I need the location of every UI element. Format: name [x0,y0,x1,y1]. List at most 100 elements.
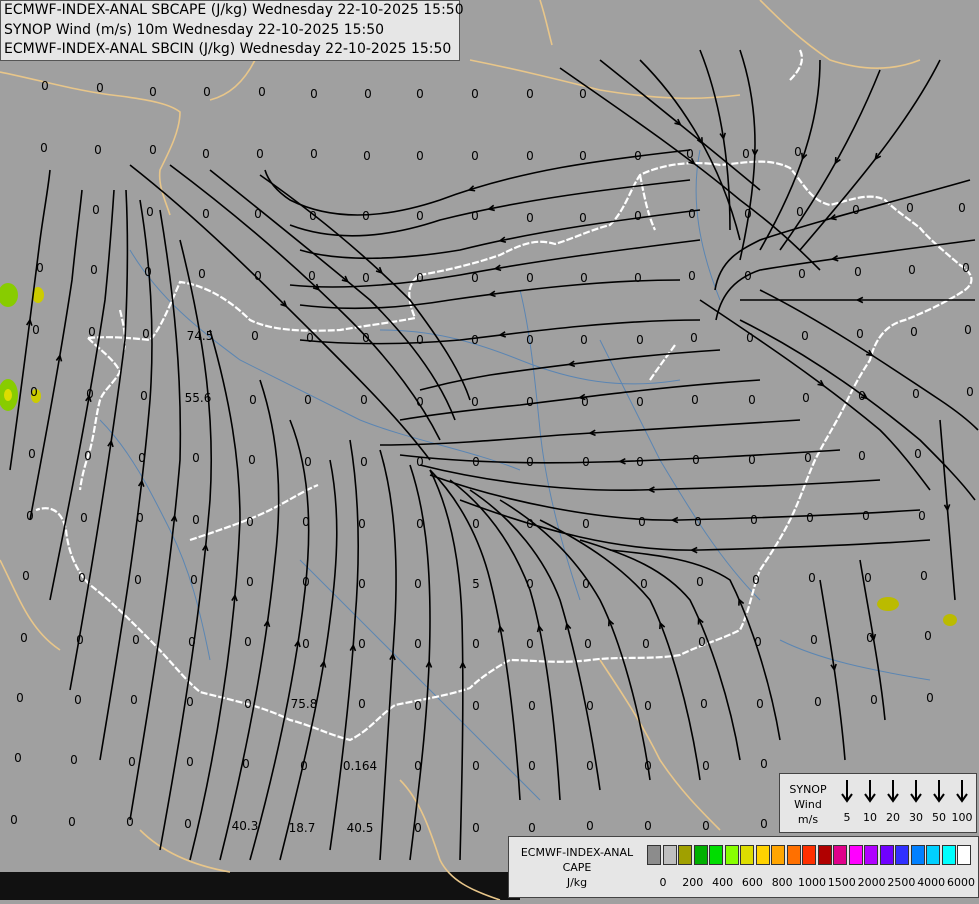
map-value-label: 0 [526,333,534,347]
map-value-label: 0 [698,635,706,649]
map-value-label: 0 [926,691,934,705]
map-value-label: 0 [471,395,479,409]
synop-legend-line: m/s [797,813,819,826]
wind-arrow-icon [864,780,876,803]
synop-legend-values: 5 10 20 30 50 100 [836,811,976,825]
map-value-label: 0 [70,753,78,767]
map-value-label: 0 [302,575,310,589]
synop-wind-title: SYNOP Wind (m/s) 10m Wednesday 22-10-202… [4,21,385,38]
map-value-label: 0 [644,699,652,713]
map-value-label: 0 [202,207,210,221]
map-value-label: 0 [203,85,211,99]
map-value-label: 0 [186,755,194,769]
map-value-label: 0 [910,325,918,339]
map-value-label: 0 [702,819,710,833]
synop-legend-line: SYNOP [789,783,827,796]
map-value-label: 0 [40,141,48,155]
map-value-label: 0 [694,515,702,529]
cape-color-swatch [786,845,801,865]
map-value-label: 0 [22,569,30,583]
map-value-label: 0 [870,693,878,707]
map-value-label: 0 [966,385,974,399]
map-value-label: 0 [471,333,479,347]
map-value-label: 0 [300,759,308,773]
cape-tick-label: 800 [771,876,793,889]
map-value-label: 0 [580,333,588,347]
map-value-label: 0 [862,509,870,523]
map-value-label: 0 [691,393,699,407]
map-value-label: 0 [686,147,694,161]
map-value-label: 0 [802,391,810,405]
cape-legend-line: ECMWF-INDEX-ANAL [520,846,634,859]
map-value-label: 0 [249,393,257,407]
map-value-label: 0 [20,631,28,645]
map-value-label: 40.5 [347,821,374,835]
map-value-label: 0 [254,207,262,221]
map-value-label: 0 [242,757,250,771]
map-value-label: 0 [526,637,534,651]
wind-arrow-icons [841,780,968,803]
map-value-label: 0 [198,267,206,281]
cape-scale-ticks: 0 200 400 600 800 1000 1500 2000 2500 4000 6000 [647,876,977,890]
map-value-label: 0 [581,395,589,409]
map-value-label: 0 [246,575,254,589]
map-value-label: 0 [526,455,534,469]
map-value-label: 0 [798,267,806,281]
map-value-label: 0 [794,145,802,159]
map-value-label: 0 [363,149,371,163]
weather-map: 0 0 0 0 0 0 0 0 0 0 0 0 0 0 0 0 0 0 0 0 0 0 0 0 0 0 0 0 0 0 0 0 0 0 0 0 0 0 0 0… [0,0,979,901]
synop-value: 50 [932,811,946,824]
map-value-label: 0 [416,87,424,101]
map-value-label: 0 [906,201,914,215]
map-value-label: 0 [586,759,594,773]
map-value-label: 0 [16,691,24,705]
cape-color-swatch [755,845,770,865]
cape-tick-label: 1000 [798,876,826,889]
synop-value: 5 [843,811,851,824]
map-value-label: 0 [306,331,314,345]
synop-value: 10 [863,811,877,824]
map-value-label: 0 [964,323,972,337]
map-value-label: 0 [36,261,44,275]
map-value-label: 0 [642,637,650,651]
map-value-label: 0 [362,209,370,223]
map-value-label: 0 [636,455,644,469]
map-value-label: 0 [808,571,816,585]
map-value-label: 0 [700,697,708,711]
map-value-label: 0 [526,87,534,101]
map-value-label: 0 [690,331,698,345]
map-value-label: 0 [958,201,966,215]
map-value-label: 0 [644,759,652,773]
map-value-label: 0 [414,821,422,835]
map-value-label: 0 [310,87,318,101]
cape-legend: ECMWF-INDEX-ANAL CAPE J/kg 0 200 400 600 800… [508,836,979,898]
map-value-label: 0 [640,577,648,591]
map-value-label: 0 [244,635,252,649]
map-value-label: 0 [246,515,254,529]
map-value-label: 0 [416,149,424,163]
map-value-label: 0 [88,325,96,339]
synop-value: 30 [909,811,923,824]
map-value-label: 40.3 [232,819,259,833]
map-value-label: 0 [136,511,144,525]
wind-arrow-icon [933,780,945,803]
map-value-label: 0 [688,269,696,283]
map-value-label: 0 [692,453,700,467]
cape-color-swatch [879,845,894,865]
map-value-label: 0 [472,637,480,651]
cape-color-swatch [662,845,677,865]
map-value-label: 0 [638,515,646,529]
map-value-label: 0 [702,759,710,773]
map-value-label: 0 [302,515,310,529]
map-canvas: 0 0 0 0 0 0 0 0 0 0 0 0 0 0 0 0 0 0 0 0 0 0 0 0 0 0 0 0 0 0 0 0 0 0 0 0 0 0 0 0… [0,0,979,901]
map-value-label: 0 [68,815,76,829]
cape-color-swatch [926,845,940,865]
map-value-label: 0 [138,451,146,465]
map-value-label: 0 [244,697,252,711]
map-value-label: 0 [248,453,256,467]
map-value-label: 0 [134,573,142,587]
map-value-label: 0 [914,447,922,461]
cape-tick-label: 0 [659,876,667,889]
map-value-label: 0 [760,757,768,771]
map-value-label: 0 [924,629,932,643]
